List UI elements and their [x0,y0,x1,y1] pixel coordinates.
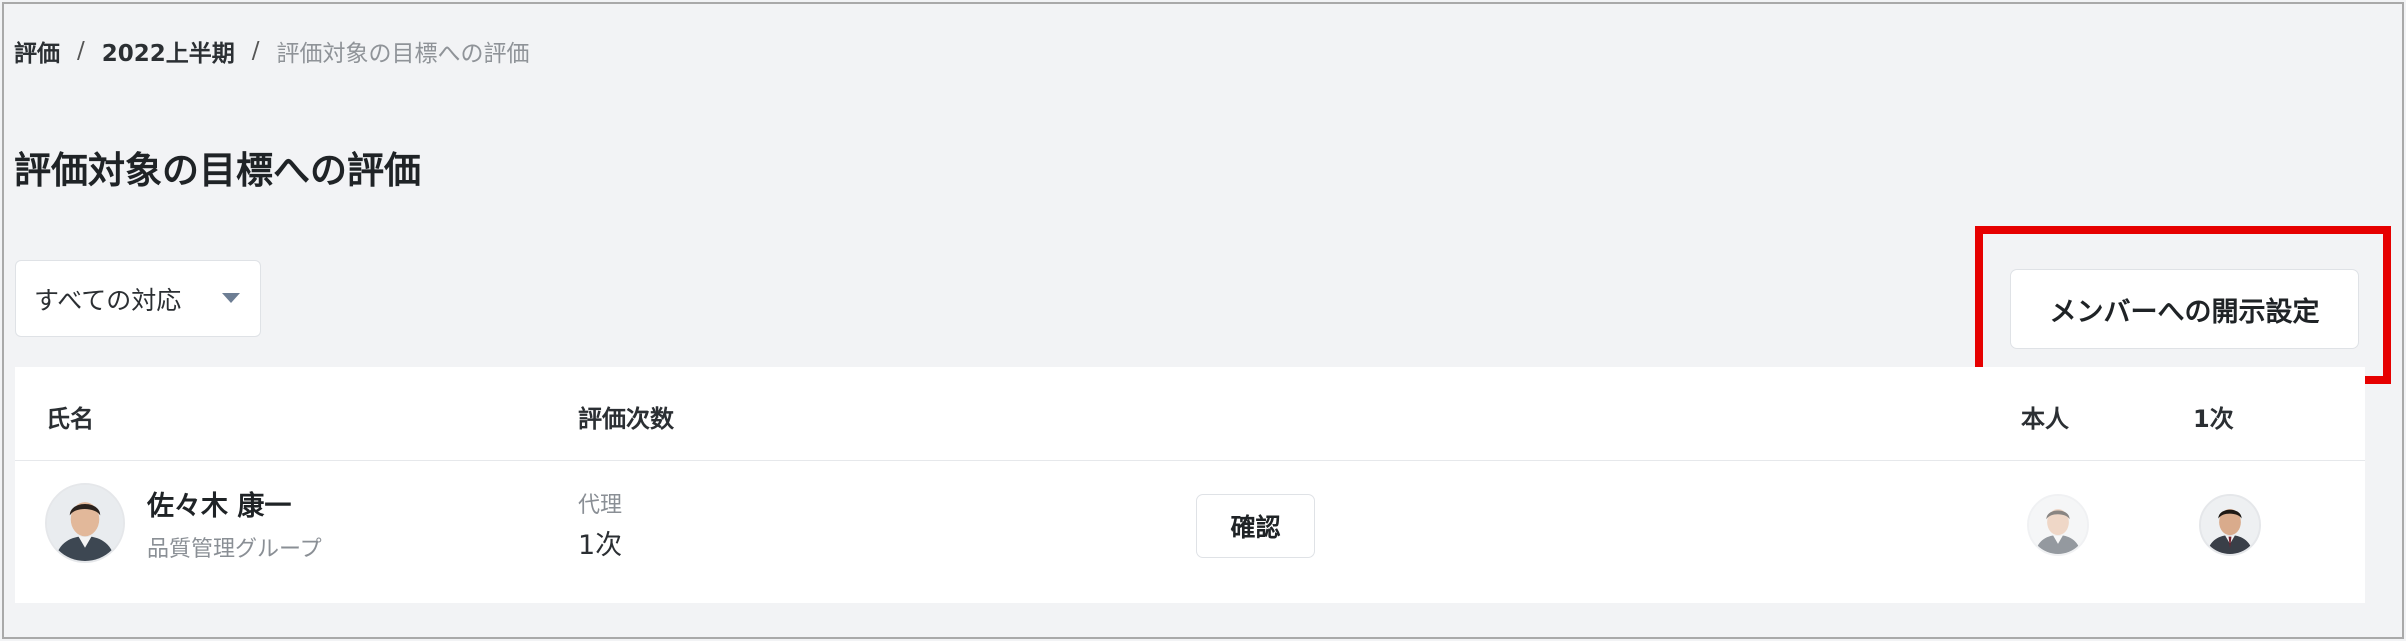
breadcrumb-separator: / [77,38,85,64]
confirm-button[interactable]: 確認 [1196,494,1315,558]
column-header-evaluation-stage: 評価次数 [578,405,674,433]
self-evaluation-avatar[interactable] [2027,494,2089,556]
filter-selected-value: すべての対応 [34,285,182,315]
table-header: 氏名 評価次数 本人 1次 [15,367,2365,461]
evaluator-role: 代理 [578,493,623,518]
member-disclosure-settings-button[interactable]: メンバーへの開示設定 [2010,269,2359,349]
column-header-name: 氏名 [46,405,94,433]
page-title: 評価対象の目標への評価 [14,149,421,192]
breadcrumb-separator: / [251,38,260,64]
member-name: 佐々木 康一 [147,491,292,522]
caret-down-icon [222,293,240,303]
member-department: 品質管理グループ [147,537,322,562]
table-row[interactable]: 佐々木 康一 品質管理グループ 代理 1次 確認 [15,461,2365,603]
column-header-self: 本人 [2021,405,2069,433]
breadcrumb-current: 評価対象の目標への評価 [276,41,530,67]
evaluation-stage: 1次 [578,530,623,561]
breadcrumb-item-evaluation[interactable]: 評価 [14,34,60,68]
avatar [45,483,125,563]
first-evaluator-avatar[interactable] [2199,494,2261,556]
column-header-first: 1次 [2193,405,2234,433]
breadcrumb: 評価 / 2022上半期 / 評価対象の目標への評価 [14,34,530,68]
breadcrumb-item-period[interactable]: 2022上半期 [102,34,235,68]
response-filter-select[interactable]: すべての対応 [15,260,261,337]
evaluation-table: 氏名 評価次数 本人 1次 佐々木 康一 品質管理グループ 代理 1次 確認 [15,367,2365,603]
